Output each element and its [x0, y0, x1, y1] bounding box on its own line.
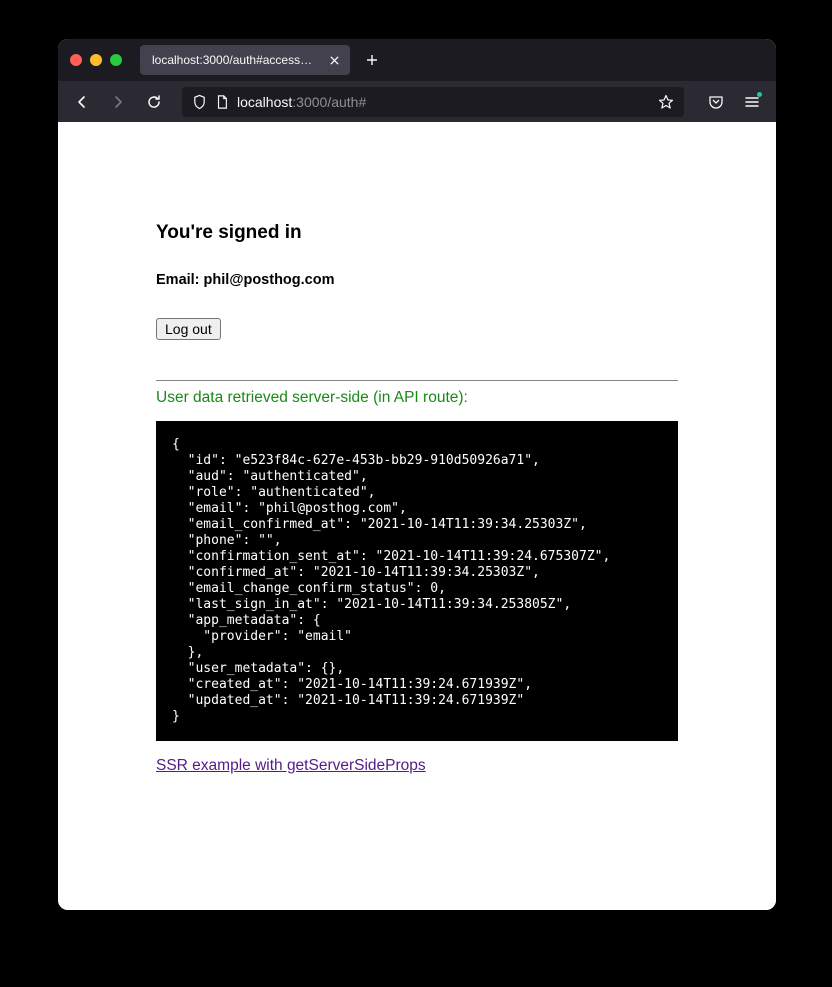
page-heading: You're signed in [156, 222, 678, 244]
url-bar[interactable]: localhost:3000/auth# [182, 87, 684, 117]
minimize-window-button[interactable] [90, 54, 102, 66]
toolbar: localhost:3000/auth# [58, 81, 776, 122]
url-text: localhost:3000/auth# [237, 94, 650, 110]
titlebar: localhost:3000/auth#access_token= [58, 39, 776, 81]
close-window-button[interactable] [70, 54, 82, 66]
forward-button[interactable] [102, 86, 134, 118]
toolbar-right [700, 86, 768, 118]
traffic-lights [70, 54, 122, 66]
back-button[interactable] [66, 86, 98, 118]
bookmark-button[interactable] [658, 94, 674, 110]
close-tab-button[interactable] [326, 52, 342, 68]
menu-button[interactable] [736, 86, 768, 118]
email-line: Email: phil@posthog.com [156, 272, 678, 288]
tab-title: localhost:3000/auth#access_token= [152, 53, 318, 67]
user-data-json: { "id": "e523f84c-627e-453b-bb29-910d509… [156, 421, 678, 741]
email-value: phil@posthog.com [204, 272, 335, 288]
divider [156, 380, 678, 381]
browser-tab[interactable]: localhost:3000/auth#access_token= [140, 45, 350, 75]
new-tab-button[interactable] [358, 46, 386, 74]
notification-dot-icon [757, 92, 762, 97]
pocket-button[interactable] [700, 86, 732, 118]
reload-button[interactable] [138, 86, 170, 118]
logout-button[interactable]: Log out [156, 318, 221, 340]
browser-window: localhost:3000/auth#access_token= [58, 39, 776, 910]
maximize-window-button[interactable] [110, 54, 122, 66]
shield-icon[interactable] [192, 94, 207, 110]
ssr-example-link[interactable]: SSR example with getServerSideProps [156, 757, 426, 775]
page-icon [215, 94, 229, 110]
page-content: You're signed in Email: phil@posthog.com… [58, 122, 776, 910]
data-heading: User data retrieved server-side (in API … [156, 389, 678, 407]
